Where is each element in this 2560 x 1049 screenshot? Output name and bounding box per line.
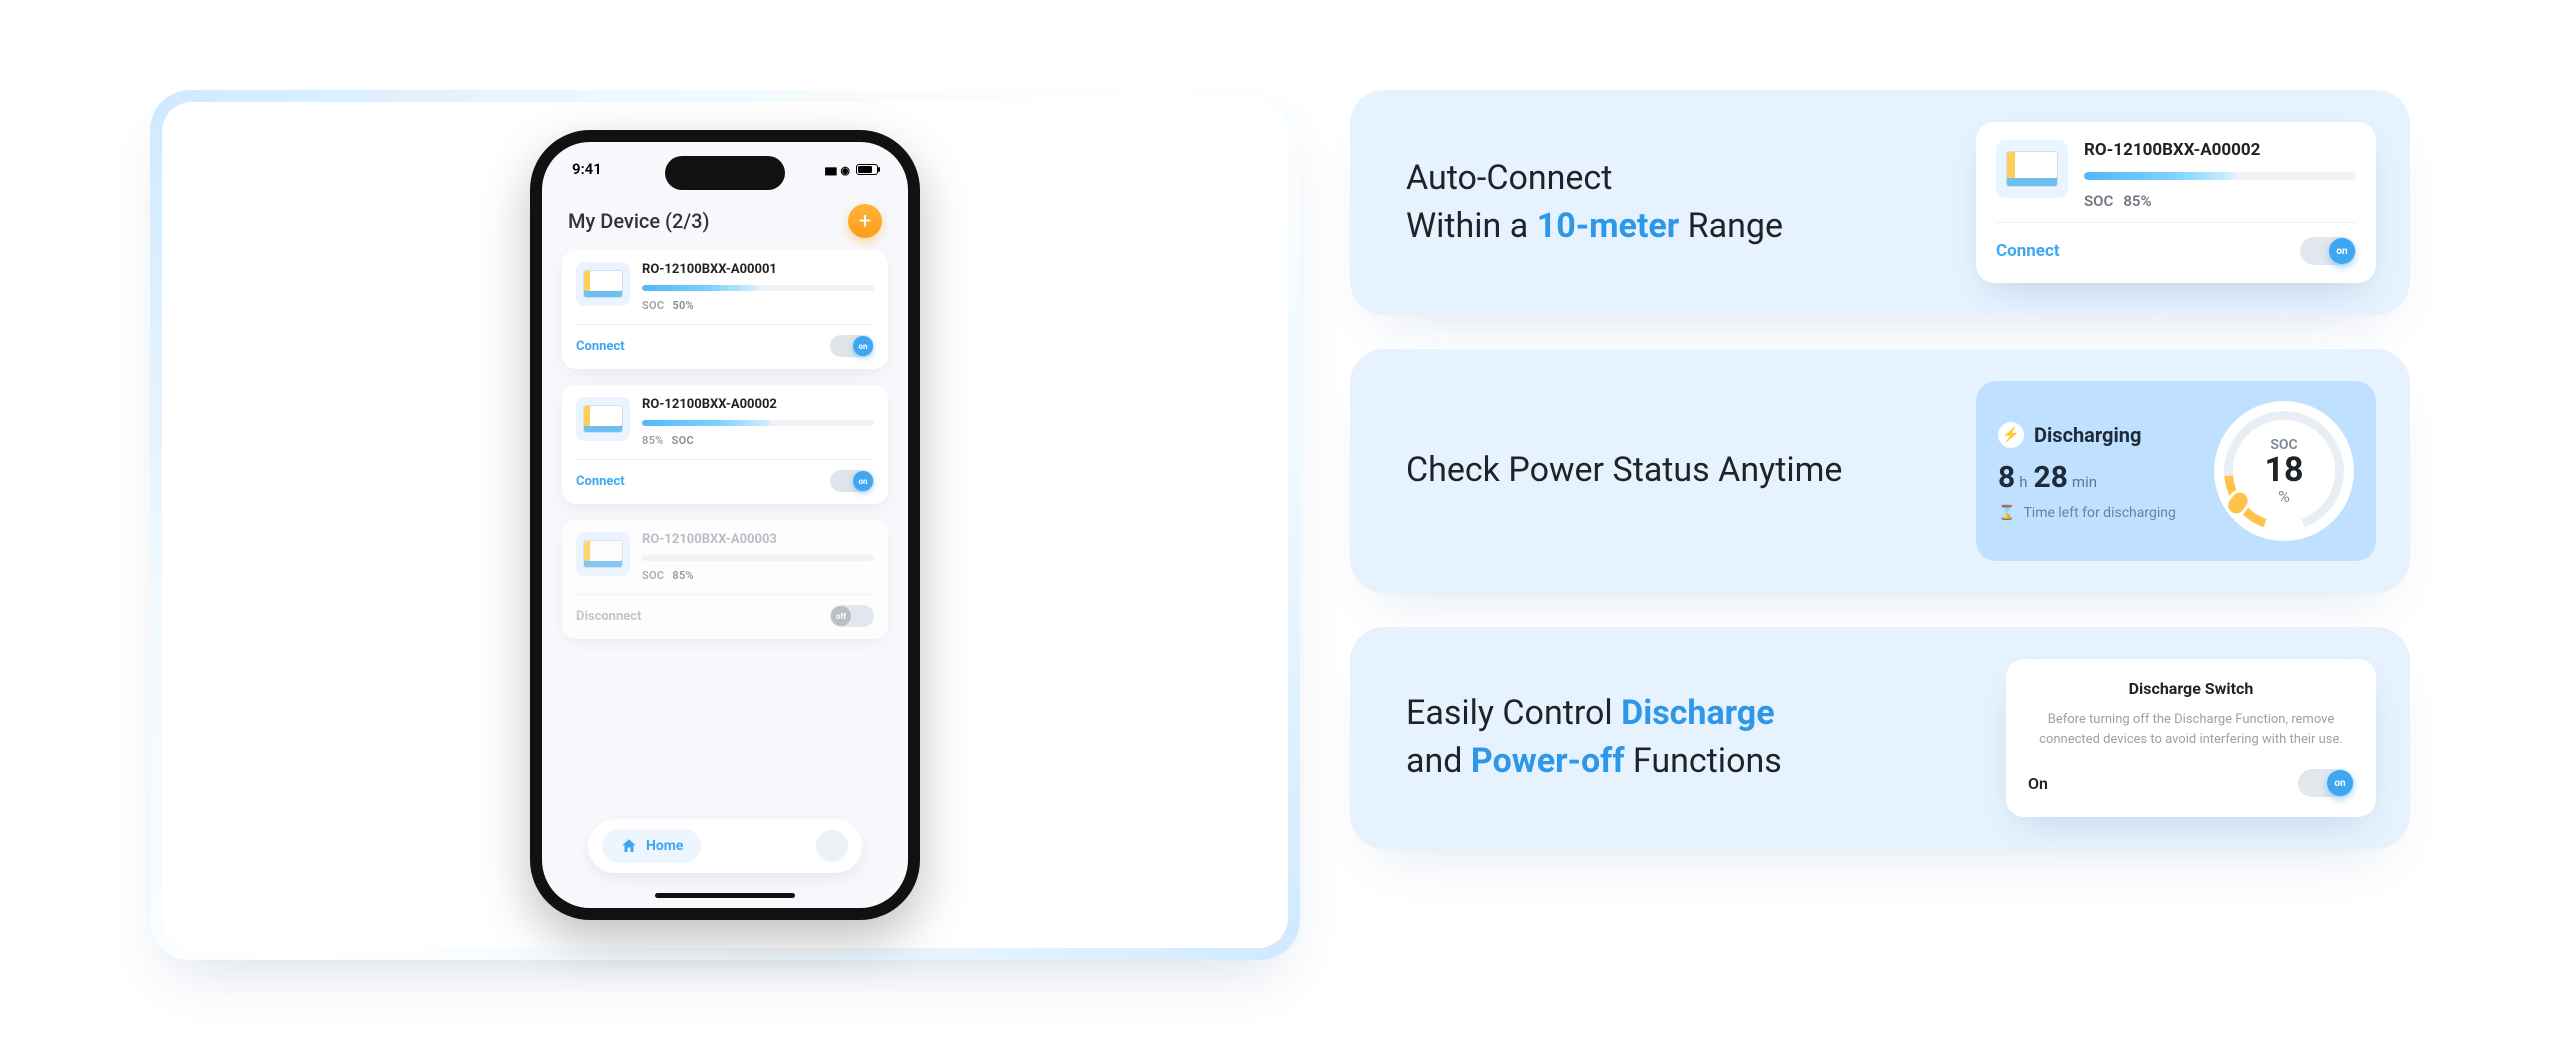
device-name: RO-12100BXX-A00002 [2084, 140, 2356, 160]
bottom-nav: Home [588, 819, 862, 873]
device-name: RO-12100BXX-A00003 [642, 532, 874, 547]
feature-discharge-control: Easily Control Discharge and Power-off F… [1350, 627, 2410, 849]
wifi-icon [840, 160, 850, 178]
device-name: RO-12100BXX-A00001 [642, 262, 874, 277]
add-device-button[interactable]: + [848, 204, 882, 238]
status-icons [824, 160, 878, 178]
device-card[interactable]: RO-12100BXX-A00002 85%SOC Connect on [562, 385, 888, 504]
feature-power-status-text: Check Power Status Anytime [1406, 447, 1842, 495]
my-device-title: My Device (2/3) [568, 209, 710, 233]
nav-home-label: Home [646, 838, 683, 854]
home-icon [620, 837, 638, 855]
device-soc: SOC85% [2084, 192, 2356, 210]
hourglass-icon: ⌛ [1998, 505, 2015, 521]
battery-icon [856, 164, 878, 175]
device-list: RO-12100BXX-A00001 SOC50% Connect on [542, 250, 908, 803]
device-toggle[interactable]: on [830, 470, 874, 492]
soc-gauge: SOC 18 % [2214, 401, 2354, 541]
gauge-ring [2224, 411, 2344, 531]
feature-auto-connect-text: Auto-Connect Within a 10-meter Range [1406, 155, 1783, 250]
signal-icon [824, 160, 834, 178]
phone-frame: 9:41 My Device (2/3) + [530, 130, 920, 920]
device-thumbnail [1996, 140, 2068, 198]
device-thumbnail [576, 262, 630, 306]
disconnect-button[interactable]: Disconnect [576, 609, 641, 624]
nav-profile[interactable] [816, 830, 848, 862]
plus-icon: + [859, 209, 871, 234]
device-progress [642, 285, 874, 291]
device-progress [642, 555, 874, 561]
status-time: 9:41 [572, 160, 602, 178]
home-indicator [655, 893, 795, 898]
connect-button[interactable]: Connect [576, 474, 625, 489]
feature-auto-connect: Auto-Connect Within a 10-meter Range RO-… [1350, 90, 2410, 315]
connect-button[interactable]: Connect [1996, 241, 2060, 261]
discharging-card: ⚡ Discharging 8h28min ⌛ Time left for di… [1976, 381, 2376, 561]
auto-connect-card: RO-12100BXX-A00002 SOC85% Connect on [1976, 122, 2376, 283]
device-name: RO-12100BXX-A00002 [642, 397, 874, 412]
device-card[interactable]: RO-12100BXX-A00003 SOC85% Disconnect off [562, 520, 888, 639]
feature-discharge-text: Easily Control Discharge and Power-off F… [1406, 690, 1782, 785]
discharging-time: 8h28min [1998, 460, 2196, 495]
connect-button[interactable]: Connect [576, 339, 625, 354]
discharge-switch-state-label: On [2028, 774, 2048, 793]
phone-header: My Device (2/3) + [542, 186, 908, 250]
device-soc: SOC50% [642, 299, 874, 312]
device-toggle[interactable]: off [830, 605, 874, 627]
device-progress [642, 420, 874, 426]
device-progress [2084, 172, 2356, 180]
nav-home[interactable]: Home [602, 829, 701, 863]
discharge-switch-toggle[interactable]: on [2298, 769, 2354, 797]
features-column: Auto-Connect Within a 10-meter Range RO-… [1350, 90, 2410, 849]
device-toggle[interactable]: on [2300, 237, 2356, 265]
bolt-icon: ⚡ [1998, 422, 2024, 448]
device-toggle[interactable]: on [830, 335, 874, 357]
phone-notch [665, 156, 785, 190]
discharging-header: ⚡ Discharging [1998, 422, 2196, 448]
device-soc: 85%SOC [642, 434, 874, 447]
feature-power-status: Check Power Status Anytime ⚡ Discharging… [1350, 349, 2410, 593]
device-soc: SOC85% [642, 569, 874, 582]
device-card[interactable]: RO-12100BXX-A00001 SOC50% Connect on [562, 250, 888, 369]
device-thumbnail [576, 397, 630, 441]
phone-showcase-panel: 9:41 My Device (2/3) + [150, 90, 1300, 960]
discharging-subtext: ⌛ Time left for discharging [1998, 505, 2196, 521]
discharge-switch-title: Discharge Switch [2129, 679, 2254, 698]
phone-showcase-inner: 9:41 My Device (2/3) + [162, 102, 1288, 948]
device-thumbnail [576, 532, 630, 576]
discharge-switch-card: Discharge Switch Before turning off the … [2006, 659, 2376, 817]
discharge-switch-desc: Before turning off the Discharge Functio… [2028, 710, 2354, 749]
phone-screen: 9:41 My Device (2/3) + [542, 142, 908, 908]
